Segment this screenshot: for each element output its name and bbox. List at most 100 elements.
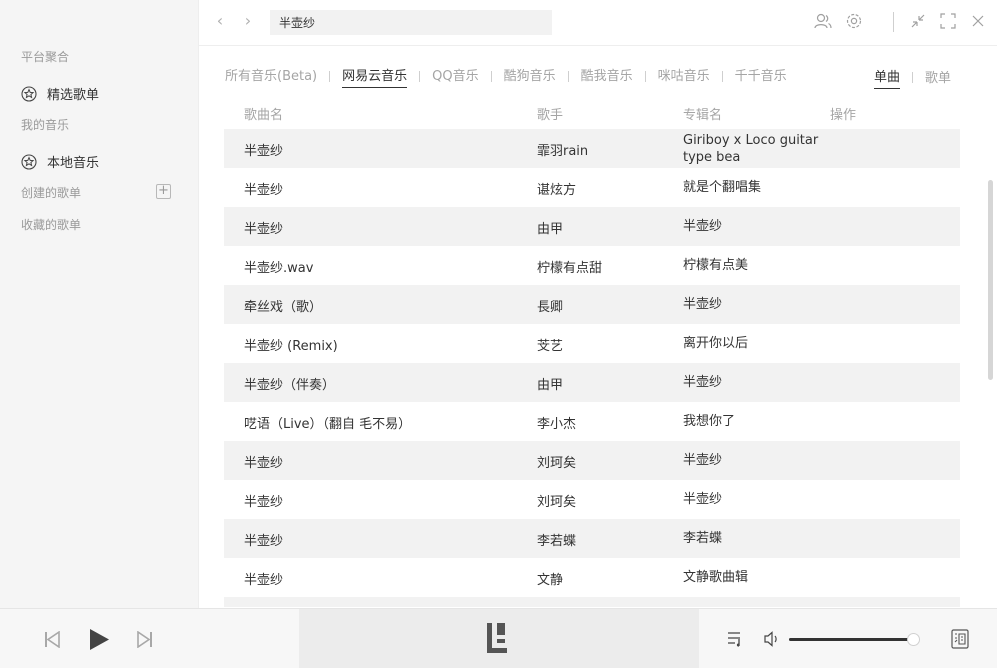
sidebar-section-created: 创建的歌单 (21, 186, 82, 200)
playlist-button[interactable] (727, 630, 745, 648)
close-icon[interactable] (968, 11, 988, 31)
tab-divider (912, 72, 914, 83)
table-row[interactable] (224, 597, 960, 607)
song-title: 半壶纱 (Remix) (244, 339, 338, 354)
song-title: 半壶纱（伴奏） (244, 378, 336, 393)
add-playlist-button[interactable]: + (156, 184, 171, 199)
table-row[interactable]: 呓语（Live）（翻自 毛不易） 李小杰 我想你了 (224, 402, 960, 441)
song-album: 半壶纱 (683, 375, 723, 390)
song-title: 呓语（Live）（翻自 毛不易） (244, 417, 412, 432)
song-list: 半壶纱 霏羽rain Giriboy x Loco guitar type bea 半… (224, 129, 960, 607)
table-row[interactable]: 半壶纱 霏羽rain Giriboy x Loco guitar type bea (224, 129, 960, 168)
song-title: 半壶纱 (244, 534, 284, 549)
player-bar (0, 608, 997, 668)
song-title: 半壶纱 (244, 183, 284, 198)
play-button[interactable] (89, 628, 110, 651)
tab-platform[interactable]: 千千音乐 (735, 65, 787, 87)
app-logo (487, 623, 507, 653)
song-artist: 刘珂矣 (537, 456, 577, 471)
table-row[interactable]: 半壶纱 文静 文静歌曲辑 (224, 558, 960, 597)
song-artist: 文静 (537, 573, 564, 588)
table-row[interactable]: 半壶纱 由甲 半壶纱 (224, 207, 960, 246)
song-album: 半壶纱 (683, 492, 723, 507)
table-row[interactable]: 半壶纱 刘珂矣 半壶纱 (224, 480, 960, 519)
table-row[interactable]: 半壶纱 谌炫方 就是个翻唱集 (224, 168, 960, 207)
song-artist: 谌炫方 (537, 183, 577, 198)
star-icon (21, 85, 37, 102)
tab-single[interactable]: 单曲 (874, 66, 901, 89)
song-album: 半壶纱 (683, 219, 723, 234)
volume-button[interactable] (764, 631, 782, 647)
back-button[interactable]: ‹ (213, 12, 227, 30)
song-title: 半壶纱 (244, 222, 284, 237)
song-album: 文静歌曲辑 (683, 570, 749, 585)
song-artist: 芠艺 (537, 339, 564, 354)
song-artist: 刘珂矣 (537, 495, 577, 510)
forward-button[interactable]: › (241, 12, 255, 30)
song-artist: 李若蝶 (537, 534, 577, 549)
tab-platform[interactable]: QQ音乐 (432, 65, 478, 87)
song-album: 我想你了 (683, 414, 736, 429)
sidebar-item-local[interactable]: 本地音乐 (21, 152, 99, 171)
top-bar: ‹ › (199, 0, 997, 46)
next-button[interactable] (137, 631, 153, 648)
tab-divider (644, 70, 646, 82)
song-title: 牵丝戏（歌） (244, 300, 323, 315)
volume-level (789, 638, 913, 641)
toolbar-divider (893, 12, 894, 32)
song-album: 半壶纱 (683, 297, 723, 312)
header-album: 专辑名 (683, 108, 723, 123)
song-album: 离开你以后 (683, 336, 749, 351)
tab-playlist[interactable]: 歌单 (925, 67, 951, 89)
song-artist: 由甲 (537, 222, 564, 237)
song-album: 柠檬有点美 (683, 258, 749, 273)
sidebar-section-favorites: 收藏的歌单 (21, 218, 82, 232)
song-title: 半壶纱 (244, 144, 284, 159)
prev-button[interactable] (44, 631, 60, 648)
song-title: 半壶纱.wav (244, 261, 314, 276)
tab-divider (419, 70, 421, 82)
now-playing-cover[interactable] (299, 609, 699, 668)
next-icon (137, 631, 152, 648)
volume-slider[interactable] (789, 633, 920, 646)
table-row[interactable]: 牵丝戏（歌） 長卿 半壶纱 (224, 285, 960, 324)
sidebar: 平台聚合 精选歌单 我的音乐 本地音乐 创建的歌单 + 收藏的歌单 (0, 0, 199, 608)
header-title: 歌曲名 (244, 108, 284, 123)
song-artist: 長卿 (537, 300, 564, 315)
table-row[interactable]: 半壶纱 (Remix) 芠艺 离开你以后 (224, 324, 960, 363)
tab-divider (329, 70, 331, 82)
table-row[interactable]: 半壶纱 刘珂矣 半壶纱 (224, 441, 960, 480)
playlist-icon (728, 632, 740, 647)
prev-icon (45, 631, 60, 648)
tab-platform[interactable]: 咪咕音乐 (658, 65, 710, 87)
lyrics-button[interactable] (951, 629, 969, 649)
header-artist: 歌手 (537, 108, 564, 123)
tab-divider (567, 70, 569, 82)
gear-icon[interactable] (844, 11, 864, 31)
fullscreen-icon[interactable] (938, 11, 958, 31)
table-row[interactable]: 半壶纱 李若蝶 李若蝶 (224, 519, 960, 558)
search-input[interactable] (270, 10, 552, 35)
table-row[interactable]: 半壶纱（伴奏） 由甲 半壶纱 (224, 363, 960, 402)
sidebar-section-platform: 平台聚合 (21, 50, 70, 64)
tab-platform[interactable]: 网易云音乐 (342, 65, 408, 88)
scrollbar[interactable] (988, 180, 993, 380)
platform-tabs: 所有音乐(Beta) 网易云音乐 QQ音乐 酷狗音乐 酷我音乐 咪咕音乐 千千音乐 (225, 65, 787, 88)
volume-handle[interactable] (906, 633, 920, 646)
song-artist: 由甲 (537, 378, 564, 393)
minimize-icon[interactable] (908, 11, 928, 31)
tab-platform[interactable]: 酷狗音乐 (504, 65, 556, 87)
song-album: 李若蝶 (683, 531, 723, 546)
song-artist: 李小杰 (537, 417, 577, 432)
tab-platform[interactable]: 所有音乐(Beta) (225, 65, 317, 87)
song-title: 半壶纱 (244, 573, 284, 588)
table-row[interactable]: 半壶纱.wav 柠檬有点甜 柠檬有点美 (224, 246, 960, 285)
play-icon (90, 629, 109, 650)
app-window: 平台聚合 精选歌单 我的音乐 本地音乐 创建的歌单 + 收藏的歌单 ‹ › 半壶… (0, 0, 997, 668)
sidebar-item-featured[interactable]: 精选歌单 (21, 84, 99, 103)
sidebar-item-label: 本地音乐 (47, 156, 100, 171)
user-icon[interactable] (813, 11, 833, 31)
song-title: 半壶纱 (244, 495, 284, 510)
tab-platform[interactable]: 酷我音乐 (581, 65, 633, 87)
star-icon (21, 153, 37, 170)
